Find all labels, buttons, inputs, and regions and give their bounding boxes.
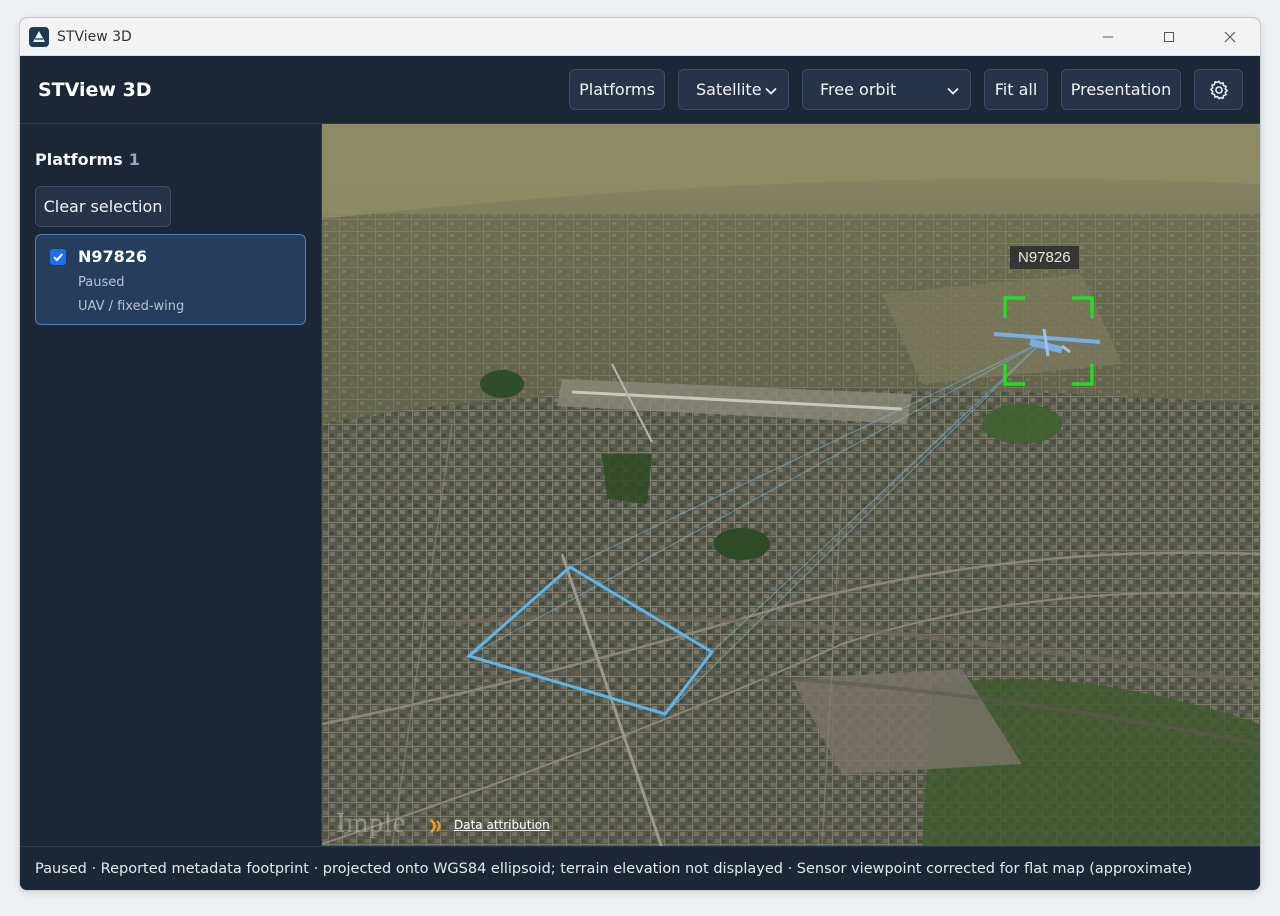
fit-all-button-label: Fit all [994,80,1038,99]
data-attribution-link[interactable]: Data attribution [454,818,550,832]
chevron-down-icon [765,87,777,95]
provider-logo-icon [430,819,441,833]
title-bar: STView 3D [20,18,1260,56]
platform-map-label: N97826 [1010,246,1079,269]
app-window: STView 3D STView 3D Platforms Satellite [19,17,1261,891]
platforms-sidebar: Platforms 1 Clear selection N97826 Paused… [20,124,322,848]
platform-checkbox[interactable] [50,249,66,265]
status-bar: Paused · Reported metadata footprint · p… [20,846,1260,890]
window-title: STView 3D [57,28,132,45]
provider-watermark: Imple [336,808,407,839]
status-text: Paused · Reported metadata footprint · p… [35,860,1193,877]
platform-list-item[interactable]: N97826 Paused UAV / fixed-wing [35,234,306,325]
camera-mode-select-value: Free orbit [820,80,897,99]
platform-name: N97826 [78,247,148,266]
clear-selection-button[interactable]: Clear selection [35,186,171,227]
platforms-heading: Platforms 1 [35,150,140,169]
camera-mode-select[interactable]: Free orbit [802,69,971,110]
platform-status: Paused [78,275,125,290]
main-area: Platforms 1 Clear selection N97826 Paused… [20,124,1260,848]
platforms-button[interactable]: Platforms [569,69,665,110]
clear-selection-label: Clear selection [43,197,163,216]
presentation-button[interactable]: Presentation [1061,69,1181,110]
platforms-count: 1 [128,150,140,169]
app-brand: STView 3D [38,78,152,101]
chevron-down-icon [947,87,959,95]
basemap-select[interactable]: Satellite [678,69,789,110]
presentation-button-label: Presentation [1070,80,1172,99]
platforms-heading-label: Platforms [35,150,123,169]
app-logo-icon [29,26,49,47]
maximize-icon[interactable] [1138,18,1199,56]
satellite-imagery [322,124,1260,848]
platform-type: UAV / fixed-wing [78,299,185,314]
map-viewport[interactable]: N97826 Imple Data attribution [322,124,1260,848]
window-controls [1077,18,1260,56]
gear-icon [1209,80,1228,99]
close-icon[interactable] [1199,18,1260,56]
fit-all-button[interactable]: Fit all [984,69,1048,110]
minimize-icon[interactable] [1077,18,1138,56]
platforms-button-label: Platforms [579,80,655,99]
toolbar: Platforms Satellite Free orbit Fit all P… [569,69,1243,110]
app-header: STView 3D Platforms Satellite Free orbit… [20,56,1260,124]
checkmark-icon [53,253,63,262]
settings-button[interactable] [1194,69,1243,110]
basemap-select-value: Satellite [696,80,762,99]
